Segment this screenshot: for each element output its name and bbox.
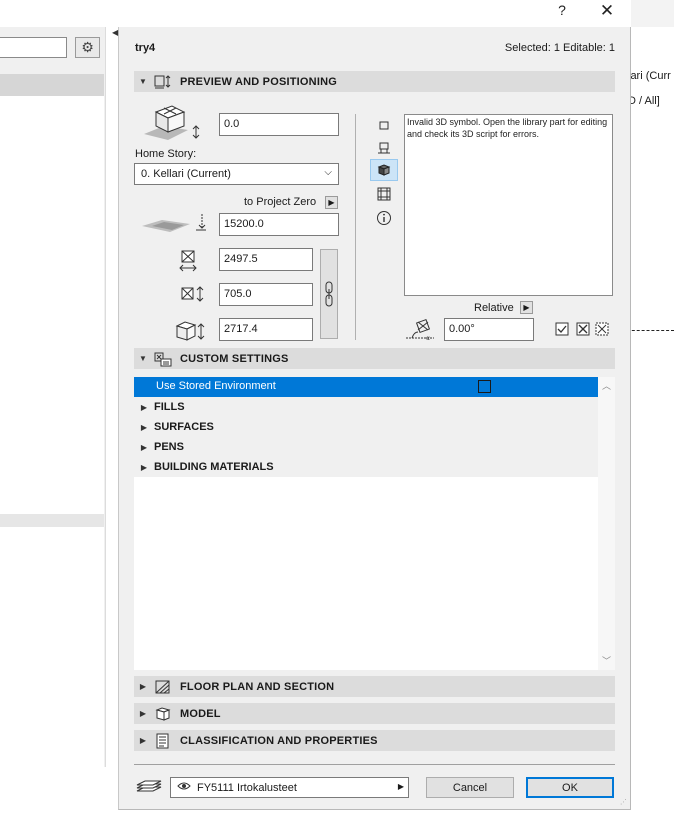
link-icon: [325, 281, 333, 307]
rotation-angle-field[interactable]: 0.00°: [444, 318, 534, 341]
background-right-panel: [631, 27, 674, 837]
collapsed-triangle-icon: ▶: [139, 709, 147, 718]
view-section-icon[interactable]: [370, 183, 398, 205]
width-field[interactable]: 2497.5: [219, 248, 313, 271]
section-floor-plan-and-section[interactable]: ▶ FLOOR PLAN AND SECTION: [134, 676, 615, 697]
view-2d-icon[interactable]: [370, 114, 398, 136]
list-scrollbar[interactable]: ︿ ﹀: [598, 377, 615, 670]
height-field[interactable]: 2717.4: [219, 318, 313, 341]
to-project-zero-arrow-button[interactable]: ▶: [325, 196, 338, 209]
depth-icon: [180, 285, 206, 303]
collapsed-triangle-icon: ▶: [140, 442, 148, 452]
home-story-label: Home Story:: [135, 148, 197, 160]
background-separator: [0, 514, 104, 527]
collapsed-triangle-icon: ▶: [139, 736, 147, 745]
info-icon[interactable]: [370, 207, 398, 229]
section-preview-and-positioning[interactable]: ▼ PREVIEW AND POSITIONING: [134, 71, 615, 92]
tree-item-fills[interactable]: ▶ FILLS: [134, 397, 598, 417]
section-custom-settings[interactable]: ▼ CUSTOM SETTINGS: [134, 348, 615, 369]
section-title: CLASSIFICATION AND PROPERTIES: [180, 734, 378, 747]
cancel-button[interactable]: Cancel: [426, 777, 514, 798]
checkbox-checked-icon[interactable]: [555, 322, 569, 336]
layer-select[interactable]: FY5111 Irtokalusteet ▶: [170, 777, 409, 798]
rotation-angle-icon: α: [404, 318, 438, 342]
width-icon: [178, 249, 200, 273]
floor-plan-icon: [152, 679, 174, 695]
mirror-y-icon[interactable]: [595, 322, 609, 336]
layer-icon: [135, 777, 163, 797]
background-story-text: lari (Curr: [628, 70, 671, 82]
use-stored-environment-checkbox[interactable]: [478, 380, 491, 393]
scroll-down-icon[interactable]: ﹀: [602, 654, 611, 667]
chevron-right-icon: ▶: [397, 782, 404, 791]
mirror-x-icon[interactable]: [576, 322, 590, 336]
scroll-up-icon[interactable]: ︿: [602, 379, 611, 392]
section-classification-and-properties[interactable]: ▶ CLASSIFICATION AND PROPERTIES: [134, 730, 615, 751]
view-elevation-icon[interactable]: [370, 137, 398, 159]
to-project-zero-label: to Project Zero: [244, 196, 317, 208]
section-title: PREVIEW AND POSITIONING: [180, 75, 337, 88]
background-list-area: [0, 96, 104, 514]
collapsed-triangle-icon: ▶: [140, 462, 148, 472]
resize-grip-icon[interactable]: ⋰: [620, 798, 629, 807]
settings-gear-icon[interactable]: ⚙: [75, 37, 100, 58]
background-right-titlebar: [631, 0, 674, 27]
tree-item-label: PENS: [154, 441, 184, 453]
tree-item-building-materials[interactable]: ▶ BUILDING MATERIALS: [134, 457, 598, 477]
section-title: CUSTOM SETTINGS: [180, 352, 289, 365]
eye-icon: [177, 781, 191, 794]
view-3d-icon[interactable]: [370, 159, 398, 181]
expanded-triangle-icon: ▼: [138, 354, 148, 363]
background-header-band: [0, 74, 104, 96]
collapsed-triangle-icon: ▶: [140, 422, 148, 432]
project-zero-icon: [140, 212, 208, 238]
elevation-field[interactable]: 0.0: [219, 113, 339, 136]
collapsed-triangle-icon: ▶: [140, 402, 148, 412]
background-search-input[interactable]: [0, 37, 67, 58]
background-lower-area: [0, 527, 104, 767]
relative-arrow-button[interactable]: ▶: [520, 301, 533, 314]
tree-item-pens[interactable]: ▶ PENS: [134, 437, 598, 457]
height-icon: [175, 320, 207, 342]
classification-icon: [152, 733, 174, 749]
home-story-select[interactable]: 0. Kellari (Current) ⌵: [134, 163, 339, 185]
home-story-value: 0. Kellari (Current): [141, 168, 231, 180]
depth-field[interactable]: 705.0: [219, 283, 313, 306]
section-title: FLOOR PLAN AND SECTION: [180, 680, 335, 693]
svg-text:α: α: [426, 335, 430, 342]
layer-value: FY5111 Irtokalusteet: [197, 781, 297, 794]
section-model[interactable]: ▶ MODEL: [134, 703, 615, 724]
tree-item-label: FILLS: [154, 401, 185, 413]
link-proportions-button[interactable]: [320, 249, 338, 339]
project-zero-field[interactable]: 15200.0: [219, 213, 339, 236]
footer-divider: [134, 764, 615, 765]
tree-item-label: BUILDING MATERIALS: [154, 461, 274, 473]
use-stored-environment-row[interactable]: Use Stored Environment: [134, 377, 598, 397]
expanded-triangle-icon: ▼: [138, 77, 148, 86]
vertical-divider: [355, 114, 356, 340]
relative-label: Relative: [474, 302, 514, 314]
collapsed-triangle-icon: ▶: [139, 682, 147, 691]
model-icon: [152, 706, 174, 722]
elevation-icon: [140, 102, 208, 144]
tree-item-surfaces[interactable]: ▶ SURFACES: [134, 417, 598, 437]
selection-info: Selected: 1 Editable: 1: [504, 42, 615, 54]
preview-message: Invalid 3D symbol. Open the library part…: [404, 114, 613, 296]
section-title: MODEL: [180, 707, 221, 720]
help-button[interactable]: ?: [550, 2, 574, 22]
object-name: try4: [135, 42, 156, 54]
chevron-down-icon: ⌵: [324, 167, 332, 178]
background-view-text: D / All]: [628, 95, 660, 107]
tree-item-label: SURFACES: [154, 421, 214, 433]
close-button[interactable]: ✕: [595, 1, 619, 21]
row-label: Use Stored Environment: [156, 380, 276, 392]
custom-settings-icon: [152, 351, 174, 367]
preview-section-icon: [152, 74, 174, 90]
collapse-panel-icon[interactable]: ◀: [112, 28, 118, 37]
ok-button[interactable]: OK: [526, 777, 614, 798]
